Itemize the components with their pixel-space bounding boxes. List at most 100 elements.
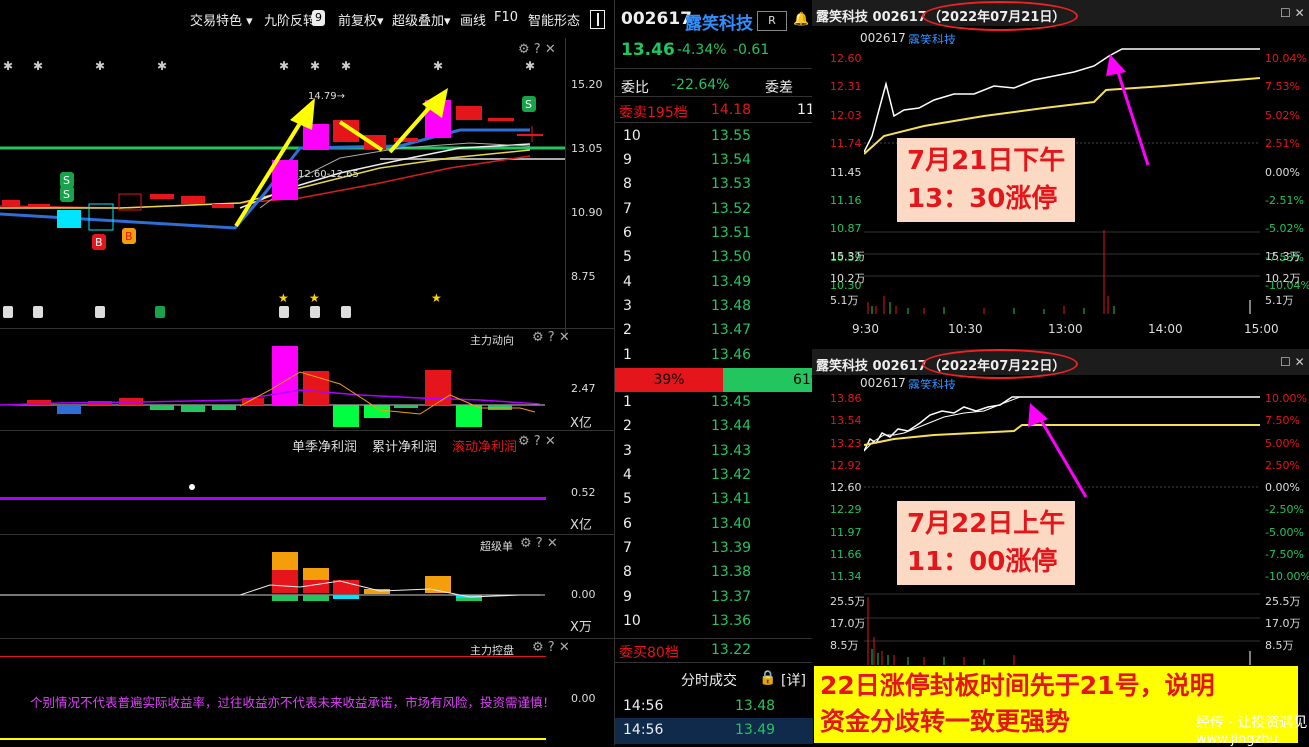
draw-line-button[interactable]: 画线 [460,10,486,29]
svg-text:✱: ✱ [433,59,443,73]
tick-row: 14:56 13.48 [623,698,776,714]
window-controls[interactable]: ☐ ✕ [1280,355,1305,369]
ask-row[interactable]: 6 13.51 [615,225,811,249]
ticks-detail-link[interactable]: [详] [781,670,806,690]
sub2-title-b: 累计净利润 [372,440,438,455]
buy-depth-label: 委买80档 [619,645,679,661]
bid-row[interactable]: 7 13.39 [615,540,811,564]
sell-depth-label: 委卖195档 [619,105,688,121]
svg-text:✱: ✱ [33,59,43,73]
ask-row[interactable]: 3 13.48 [615,298,811,322]
sell-ratio-bar: 39% [615,368,723,392]
sell-marker: S [525,98,532,111]
bid-row[interactable]: 5 13.41 [615,491,811,515]
webi-label: 委比 [621,80,649,96]
y-label: 8.75 [571,270,596,283]
y-label: 15.20 [571,78,603,91]
bid-row[interactable]: 10 13.36 [615,613,811,637]
sub2-unit: X亿 [570,518,592,533]
sub3-unit: X万 [570,620,592,635]
sub2-controls[interactable]: ⚙ ? ✕ [518,434,556,449]
svg-text:✱: ✱ [341,59,351,73]
ask-list: 10 13.55 9 13.54 8 13.53 7 13.52 6 13.51 5 13.… [615,128,813,368]
ask-row[interactable]: 2 13.47 [615,322,811,346]
sub1-value: 2.47 [571,382,596,395]
y-label: 13.05 [571,142,603,155]
buy-ratio-bar: 61% [723,368,813,392]
ask-row[interactable]: 10 13.55 [615,128,811,152]
f10-button[interactable]: F10 [494,10,518,25]
watermark: 经传 · 让投资遇见 www.jingzhu [1196,715,1308,747]
nine-badge: 9 [312,10,325,26]
main-flow-chart [0,346,545,427]
intraday-chart-0721: 露笑科技 002617 （2022年07月21日） ☐ ✕ 002617 露笑科… [812,0,1309,345]
pct-axis-right: 10.00% 7.50% 5.00% 2.50% 0.00% -2.50% -5… [1265,392,1309,584]
kline-panel: 交易特色 ▾ 九阶反转 9 前复权▾ 超级叠加▾ 画线 F10 智能形态 ⚙ ?… [0,0,614,745]
svg-text:✱: ✱ [525,59,535,73]
vol-axis-right: 25.5万 17.0万 8.5万 [1265,595,1301,652]
stock-name: 露笑科技 [685,14,753,34]
sub1-unit: X亿 [570,416,592,431]
last-price: 13.46 [621,40,675,60]
bell-icon[interactable]: 🔔 [793,12,809,27]
bid-row[interactable]: 2 13.44 [615,418,811,442]
svg-text:✱: ✱ [157,59,167,73]
sell-marker: S [63,174,70,187]
svg-text:✱: ✱ [310,59,320,73]
buy-marker: B [95,236,103,249]
window-controls[interactable]: ☐ ✕ [1280,6,1305,20]
range-annotation: 12.60-12.65 [298,169,359,180]
change-abs: -0.61 [733,42,770,58]
svg-text:✱: ✱ [279,59,289,73]
ask-row[interactable]: 4 13.49 [615,274,811,298]
kline-chart: ✱ ✱ ✱ ✱ ✱ ✱ ✱ ✱ ✱ 14.79→ 12.60-12.65 S S… [0,59,565,318]
pink-arrow [1106,54,1150,166]
tick-row: 14:56 13.49 [615,718,813,744]
buy-depth-price: 13.22 [711,642,752,658]
high-annotation: 14.79→ [308,91,345,102]
svg-text:✱: ✱ [3,59,13,73]
sell-depth-price: 14.18 [711,102,752,118]
smart-pattern-button[interactable]: 智能形态 [528,10,580,29]
lock-icon[interactable]: 🔒 [759,670,776,686]
nine-reversal-button[interactable]: 九阶反转 [264,10,316,29]
profit-line [0,497,546,500]
sub2-title-c: 滚动净利润 [452,440,518,455]
adjust-menu[interactable]: 前复权▾ [338,10,384,29]
summary-line-1: 22日涨停封板时间先于21号，说明 [820,671,1215,700]
bid-row[interactable]: 9 13.37 [615,589,811,613]
feature-menu[interactable]: 交易特色 ▾ [190,10,253,29]
chart-title: 露笑科技 002617 [816,10,927,25]
panel-toggle-icon[interactable] [590,10,605,29]
callout-note-0721: 7月21日下午 13：30涨停 [897,138,1076,222]
sell-marker: S [63,188,70,201]
bid-row[interactable]: 3 13.43 [615,443,811,467]
overlay-menu[interactable]: 超级叠加▾ [392,10,451,29]
sub2-title-a: 单季净利润 [292,440,358,455]
ticks-title: 分时成交 [681,673,737,689]
buy-marker: B [125,230,133,243]
r-badge[interactable]: R [757,11,787,31]
order-book-panel: 002617 露笑科技 R 🔔 13.46 -4.34% -0.61 委比 -2… [614,0,813,745]
sub4-controls[interactable]: ⚙ ? ✕ [532,640,570,655]
intraday-chart-0722: 露笑科技 002617 （2022年07月22日） ☐ ✕ 002617 露笑科… [812,349,1309,665]
ask-row[interactable]: 8 13.53 [615,176,811,200]
ask-row[interactable]: 7 13.52 [615,201,811,225]
bid-row[interactable]: 1 13.45 [615,394,811,418]
webi-value: -22.64% [671,77,730,93]
bid-row[interactable]: 4 13.42 [615,467,811,491]
ask-row[interactable]: 5 13.50 [615,249,811,273]
price-axis-left: 13.86 13.54 13.23 12.92 12.60 12.29 11.9… [830,392,862,584]
change-pct: -4.34% [677,42,727,58]
svg-text:✱: ✱ [95,59,105,73]
vol-axis-right: 15.3万 10.2万 5.1万 [1265,250,1301,307]
svg-text:★: ★ [309,291,320,305]
bid-row[interactable]: 6 13.40 [615,516,811,540]
date-highlight-circle [922,1,1078,31]
wecha-label: 委差 [765,80,793,96]
vol-axis-left: 15.3万 10.2万 5.1万 [830,250,866,307]
bid-row[interactable]: 8 13.38 [615,564,811,588]
ask-row[interactable]: 9 13.54 [615,152,811,176]
date-highlight-circle [922,349,1078,379]
chart-title: 露笑科技 002617 [816,359,927,374]
